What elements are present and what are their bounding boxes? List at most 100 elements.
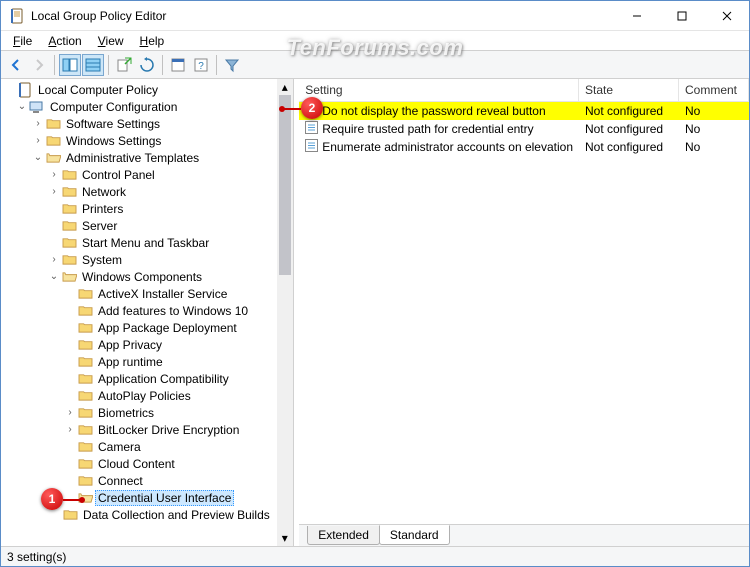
tree-wc-activex[interactable]: ActiveX Installer Service	[1, 285, 277, 302]
folder-icon	[77, 303, 93, 319]
tree-wc-app-privacy[interactable]: App Privacy	[1, 336, 277, 353]
tree-label: Server	[80, 219, 119, 233]
computer-icon	[29, 99, 45, 115]
folder-icon	[77, 405, 93, 421]
expanded-icon[interactable]: ⌄	[47, 271, 61, 282]
tree-label: Windows Components	[80, 270, 204, 284]
tree-label: Windows Settings	[64, 134, 163, 148]
list-body[interactable]: Do not display the password reveal butto…	[299, 102, 749, 524]
tab-extended[interactable]: Extended	[307, 526, 380, 545]
setting-name: Require trusted path for credential entr…	[322, 122, 533, 136]
folder-icon	[45, 116, 61, 132]
setting-comment: No	[679, 122, 749, 136]
tree-wc-app-runtime[interactable]: App runtime	[1, 353, 277, 370]
folder-icon	[77, 354, 93, 370]
window-title: Local Group Policy Editor	[31, 9, 614, 23]
folder-icon	[77, 422, 93, 438]
expanded-icon[interactable]: ⌄	[15, 101, 29, 112]
list-item[interactable]: Enumerate administrator accounts on elev…	[299, 138, 749, 156]
column-state[interactable]: State	[579, 79, 679, 101]
collapsed-icon[interactable]: ›	[47, 186, 61, 197]
list-header: Setting State Comment	[299, 79, 749, 102]
refresh-button[interactable]	[136, 54, 158, 76]
policy-tree[interactable]: Local Computer Policy ⌄ Computer Configu…	[1, 79, 277, 525]
tree-label: App Privacy	[96, 338, 164, 352]
tree-label: Network	[80, 185, 128, 199]
tree-wc-data-collection[interactable]: Data Collection and Preview Builds	[1, 506, 277, 523]
menu-help[interactable]: Help	[132, 32, 173, 50]
tree-wc-connect[interactable]: Connect	[1, 472, 277, 489]
forward-button[interactable]	[28, 54, 50, 76]
list-item[interactable]: Do not display the password reveal butto…	[299, 102, 749, 120]
back-button[interactable]	[5, 54, 27, 76]
menu-file[interactable]: File	[5, 32, 40, 50]
tree-label: ActiveX Installer Service	[96, 287, 229, 301]
expanded-icon[interactable]: ⌄	[31, 152, 45, 163]
tree-root[interactable]: Local Computer Policy	[1, 81, 277, 98]
tree-windows-settings[interactable]: › Windows Settings	[1, 132, 277, 149]
properties-button[interactable]	[167, 54, 189, 76]
toolbar-sep	[54, 55, 55, 75]
list-item[interactable]: Require trusted path for credential entr…	[299, 120, 749, 138]
tree-label: Data Collection and Preview Builds	[81, 508, 272, 522]
tree-label: Printers	[80, 202, 125, 216]
tree-label: Administrative Templates	[64, 151, 201, 165]
scroll-up-icon[interactable]: ▴	[277, 79, 293, 95]
column-comment[interactable]: Comment	[679, 79, 749, 101]
tree-computer-config[interactable]: ⌄ Computer Configuration	[1, 98, 277, 115]
tree-label: BitLocker Drive Encryption	[96, 423, 241, 437]
tree-wc-add-features[interactable]: Add features to Windows 10	[1, 302, 277, 319]
tree-wc-camera[interactable]: Camera	[1, 438, 277, 455]
tree-wc-autoplay[interactable]: AutoPlay Policies	[1, 387, 277, 404]
scroll-thumb[interactable]	[279, 95, 291, 275]
column-label: Setting	[305, 83, 342, 97]
tree-label: Local Computer Policy	[36, 83, 160, 97]
setting-icon	[305, 121, 318, 137]
menu-view[interactable]: View	[90, 32, 132, 50]
tree-admin-templates[interactable]: ⌄ Administrative Templates	[1, 149, 277, 166]
collapsed-icon[interactable]: ›	[63, 424, 77, 435]
tab-standard[interactable]: Standard	[379, 525, 450, 545]
collapsed-icon[interactable]: ›	[47, 169, 61, 180]
maximize-button[interactable]	[659, 1, 704, 30]
svg-text:?: ?	[198, 61, 204, 72]
close-button[interactable]	[704, 1, 749, 30]
tree-printers[interactable]: Printers	[1, 200, 277, 217]
tree-label: Start Menu and Taskbar	[80, 236, 211, 250]
tree-software-settings[interactable]: › Software Settings	[1, 115, 277, 132]
folder-icon	[77, 320, 93, 336]
filter-button[interactable]	[221, 54, 243, 76]
folder-open-icon	[45, 150, 61, 166]
tree-wc-biometrics[interactable]: ›Biometrics	[1, 404, 277, 421]
tree-label: Camera	[96, 440, 143, 454]
scroll-down-icon[interactable]: ▾	[277, 530, 293, 546]
tree-wc-bitlocker[interactable]: › BitLocker Drive Encryption	[1, 421, 277, 438]
scroll-track[interactable]	[277, 95, 293, 530]
tree-network[interactable]: › Network	[1, 183, 277, 200]
tree-label: App runtime	[96, 355, 165, 369]
tree-wc-app-package[interactable]: App Package Deployment	[1, 319, 277, 336]
tree-label: System	[80, 253, 124, 267]
show-tree-button[interactable]	[59, 54, 81, 76]
tree-control-panel[interactable]: ›Control Panel	[1, 166, 277, 183]
export-button[interactable]	[113, 54, 135, 76]
minimize-button[interactable]	[614, 1, 659, 30]
show-list-button[interactable]	[82, 54, 104, 76]
setting-name: Do not display the password reveal butto…	[322, 104, 545, 118]
tree-server[interactable]: Server	[1, 217, 277, 234]
tree-wc-app-compat[interactable]: Application Compatibility	[1, 370, 277, 387]
tree-system[interactable]: › System	[1, 251, 277, 268]
tree-start-menu[interactable]: Start Menu and Taskbar	[1, 234, 277, 251]
tree-label: Application Compatibility	[96, 372, 231, 386]
collapsed-icon[interactable]: ›	[31, 118, 45, 129]
tree-scrollbar[interactable]: ▴ ▾	[277, 79, 293, 546]
collapsed-icon[interactable]: ›	[31, 135, 45, 146]
column-setting[interactable]: Setting	[299, 79, 579, 101]
collapsed-icon[interactable]: ›	[47, 254, 61, 265]
menu-action[interactable]: Action	[40, 32, 89, 50]
folder-icon	[61, 167, 77, 183]
help-button[interactable]: ?	[190, 54, 212, 76]
tree-wc-cloud[interactable]: Cloud Content	[1, 455, 277, 472]
collapsed-icon[interactable]: ›	[63, 407, 77, 418]
tree-windows-components[interactable]: ⌄ Windows Components	[1, 268, 277, 285]
